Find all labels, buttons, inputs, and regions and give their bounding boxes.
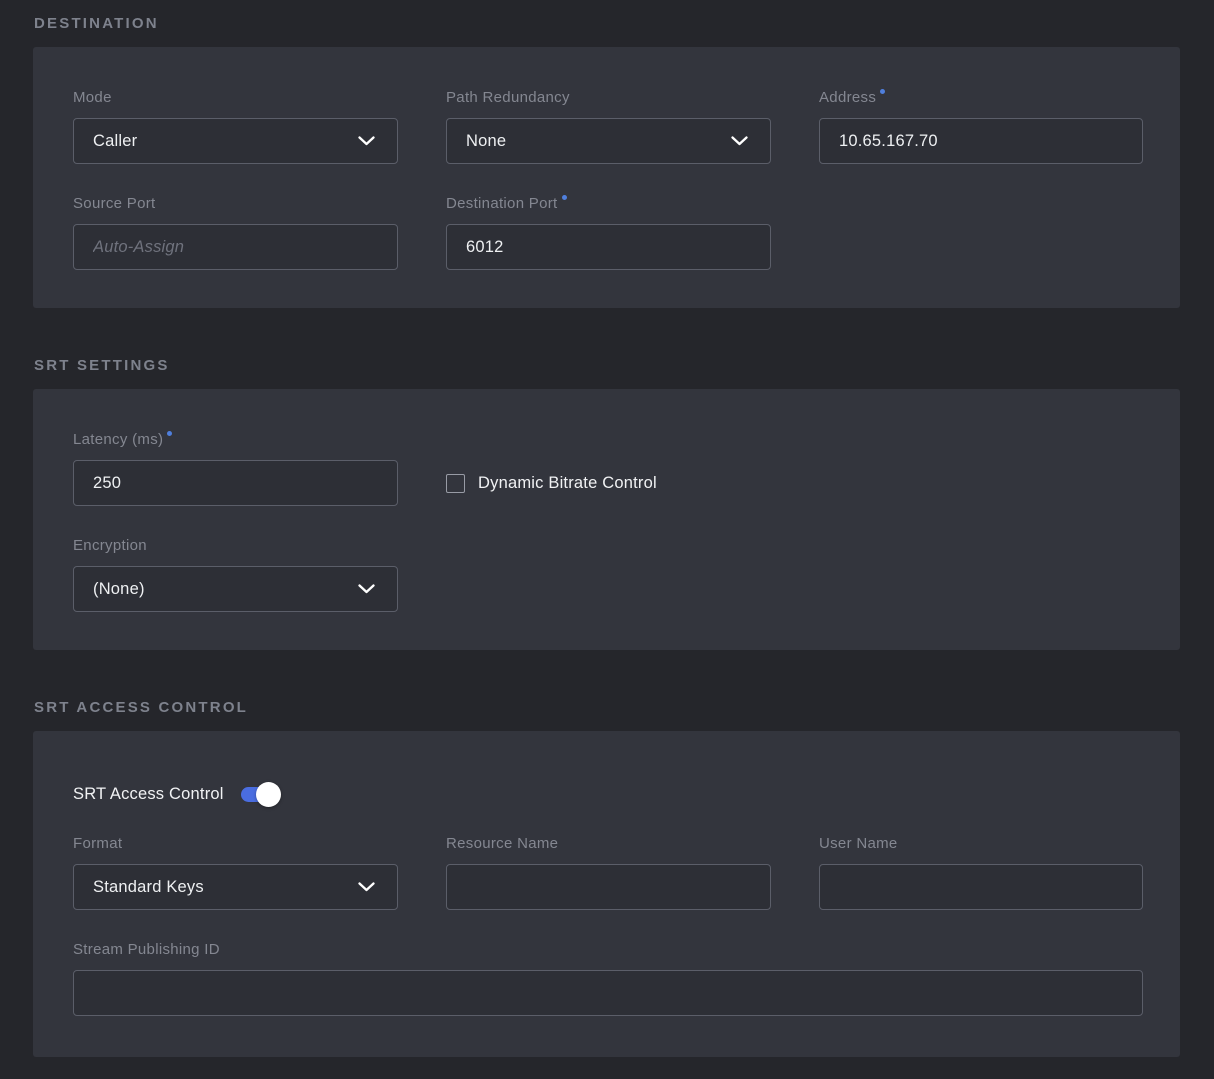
srt-access-control-toggle-label: SRT Access Control	[73, 785, 224, 804]
encryption-select-value: (None)	[93, 580, 145, 599]
chevron-down-icon	[731, 136, 748, 146]
latency-field: Latency (ms)	[73, 431, 398, 506]
mode-label: Mode	[73, 89, 398, 107]
path-redundancy-label: Path Redundancy	[446, 89, 771, 107]
latency-label: Latency (ms)	[73, 431, 398, 449]
destination-panel: Mode Caller Path Redundancy None Address…	[33, 47, 1180, 308]
dynamic-bitrate-control-label: Dynamic Bitrate Control	[478, 474, 657, 493]
format-select-value: Standard Keys	[93, 878, 204, 897]
spacer-cell	[819, 195, 1143, 270]
path-redundancy-select[interactable]: None	[446, 118, 771, 164]
user-name-label: User Name	[819, 835, 1143, 853]
mode-select-value: Caller	[93, 132, 137, 151]
source-port-label: Source Port	[73, 195, 398, 213]
destination-port-input[interactable]	[446, 224, 771, 270]
user-name-field: User Name	[819, 835, 1143, 910]
spacer-cell	[819, 537, 1143, 612]
address-field: Address	[819, 89, 1143, 164]
spacer-cell	[819, 431, 1143, 506]
format-select[interactable]: Standard Keys	[73, 864, 398, 910]
source-port-input[interactable]	[73, 224, 398, 270]
resource-name-label: Resource Name	[446, 835, 771, 853]
chevron-down-icon	[358, 136, 375, 146]
srt-settings-section: SRT SETTINGS Latency (ms) Dynamic Bitrat…	[33, 357, 1180, 650]
address-label: Address	[819, 89, 1143, 107]
chevron-down-icon	[358, 882, 375, 892]
destination-section: DESTINATION Mode Caller Path Redundancy …	[33, 15, 1180, 308]
address-input[interactable]	[819, 118, 1143, 164]
srt-access-control-toggle[interactable]	[241, 787, 278, 802]
source-port-field: Source Port	[73, 195, 398, 270]
chevron-down-icon	[358, 584, 375, 594]
resource-name-input[interactable]	[446, 864, 771, 910]
mode-field: Mode Caller	[73, 89, 398, 164]
stream-publishing-id-label: Stream Publishing ID	[73, 941, 1143, 959]
srt-access-control-panel: SRT Access Control Format Standard Keys …	[33, 731, 1180, 1057]
required-dot	[167, 431, 172, 436]
destination-port-field: Destination Port	[446, 195, 771, 270]
user-name-input[interactable]	[819, 864, 1143, 910]
srt-settings-panel: Latency (ms) Dynamic Bitrate Control Enc…	[33, 389, 1180, 650]
encryption-label: Encryption	[73, 537, 398, 555]
format-field: Format Standard Keys	[73, 835, 398, 910]
encryption-field: Encryption (None)	[73, 537, 398, 612]
latency-input[interactable]	[73, 460, 398, 506]
mode-select[interactable]: Caller	[73, 118, 398, 164]
stream-publishing-id-field: Stream Publishing ID	[73, 941, 1143, 1016]
srt-access-control-toggle-row: SRT Access Control	[73, 785, 1143, 804]
path-redundancy-field: Path Redundancy None	[446, 89, 771, 164]
path-redundancy-select-value: None	[466, 132, 506, 151]
destination-section-title: DESTINATION	[34, 15, 1180, 32]
srt-access-control-section: SRT ACCESS CONTROL SRT Access Control Fo…	[33, 699, 1180, 1057]
toggle-knob	[256, 782, 281, 807]
dynamic-bitrate-control-checkbox[interactable]	[446, 474, 465, 493]
encryption-select[interactable]: (None)	[73, 566, 398, 612]
resource-name-field: Resource Name	[446, 835, 771, 910]
access-fields-row: Format Standard Keys Resource Name User …	[73, 835, 1143, 910]
format-label: Format	[73, 835, 398, 853]
stream-publishing-id-input[interactable]	[73, 970, 1143, 1016]
srt-access-control-section-title: SRT ACCESS CONTROL	[34, 699, 1180, 716]
spacer-cell	[446, 537, 771, 612]
required-dot	[562, 195, 567, 200]
dynamic-bitrate-control-field: Dynamic Bitrate Control	[446, 460, 771, 506]
srt-settings-section-title: SRT SETTINGS	[34, 357, 1180, 374]
destination-port-label: Destination Port	[446, 195, 771, 213]
required-dot	[880, 89, 885, 94]
